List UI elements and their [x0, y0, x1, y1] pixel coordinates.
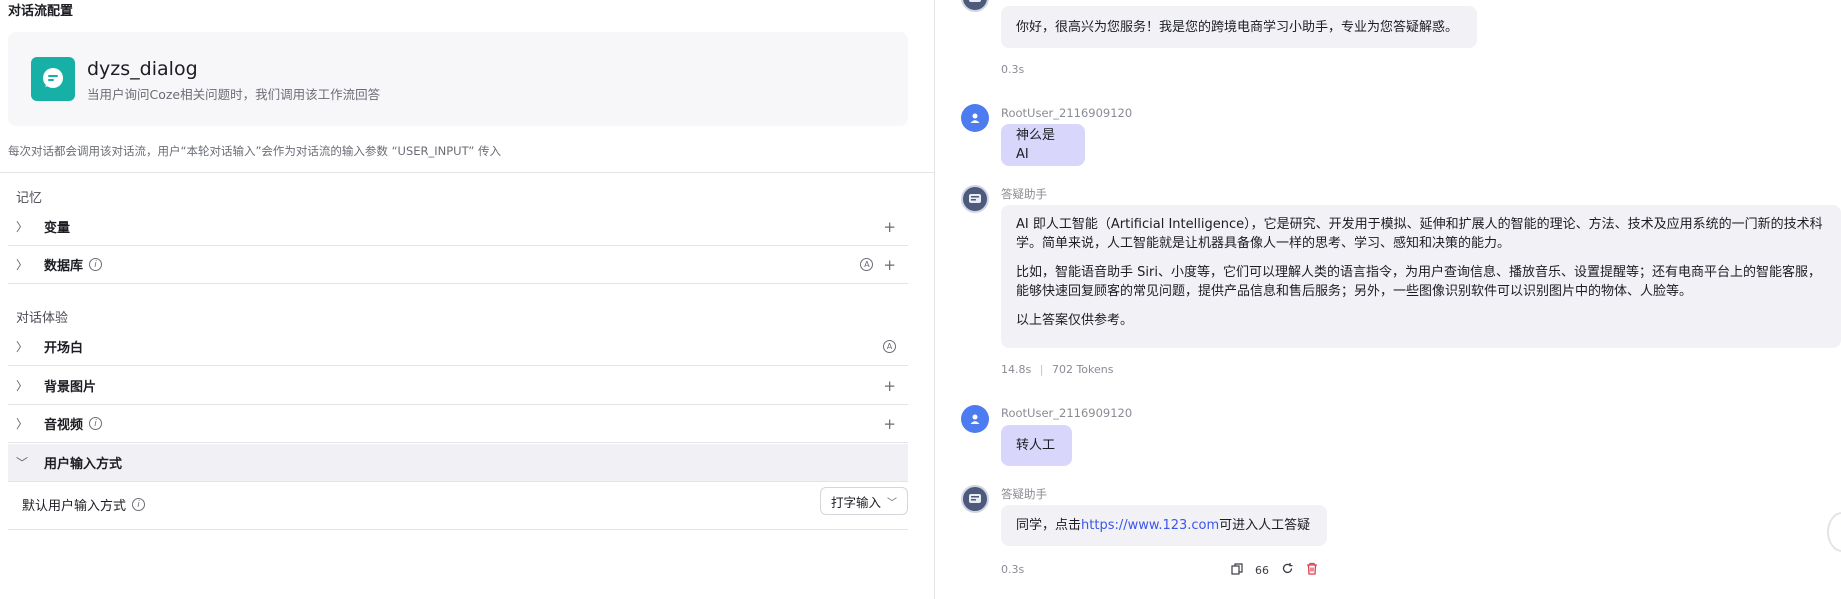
- row-label: 用户输入方式: [44, 457, 123, 472]
- workflow-description: 当用户询问Coze相关问题时，我们调用该工作流回答: [87, 87, 381, 102]
- chevron-right-icon: 〉: [16, 258, 29, 272]
- user-avatar: [961, 405, 989, 433]
- experience-item-input-mode[interactable]: ﹀ 用户输入方式: [8, 444, 908, 482]
- row-label: 背景图片: [44, 380, 97, 395]
- token-count: 702 Tokens: [1051, 363, 1114, 376]
- separator: |: [1039, 363, 1044, 376]
- auto-icon[interactable]: A: [883, 340, 896, 353]
- message-meta: 14.8s | 702 Tokens: [1001, 363, 1113, 376]
- add-icon[interactable]: +: [883, 256, 896, 274]
- chevron-right-icon: 〉: [16, 220, 29, 234]
- workflow-chat-icon: [31, 57, 75, 101]
- divider: [0, 172, 935, 173]
- experience-item-audio-video[interactable]: 〉 音视频 i +: [8, 405, 908, 443]
- info-icon[interactable]: i: [89, 417, 103, 430]
- workflow-name: dyzs_dialog: [87, 58, 198, 80]
- add-icon[interactable]: +: [883, 377, 896, 395]
- workflow-card[interactable]: dyzs_dialog 当用户询问Coze相关问题时，我们调用该工作流回答: [8, 32, 908, 126]
- panel-title: 对话流配置: [8, 4, 74, 19]
- sender-name: 答疑助手: [1001, 187, 1047, 201]
- select-value: 打字输入: [830, 494, 881, 510]
- chat-preview: 你好，很高兴为您服务！我是您的跨境电商学习小助手，专业为您答疑解惑。 0.3s …: [936, 0, 1841, 599]
- message-meta: 0.3s: [1001, 63, 1025, 76]
- quote-count[interactable]: 66: [1255, 564, 1269, 577]
- chevron-down-icon: ﹀: [16, 456, 29, 470]
- message-link[interactable]: https://www.123.com: [1081, 516, 1219, 535]
- message-text: 可进入人工答疑: [1219, 518, 1311, 533]
- message-meta: 0.3s: [1001, 563, 1025, 576]
- default-input-row: 默认用户输入方式 i 打字输入 ﹀: [8, 480, 908, 530]
- bot-avatar: [961, 485, 989, 513]
- message-bubble: AI 即人工智能（Artificial Intelligence），它是研究、开…: [1001, 205, 1841, 348]
- memory-item-variables[interactable]: 〉 变量 +: [8, 208, 908, 246]
- regenerate-icon[interactable]: [1281, 562, 1294, 578]
- message-text: 你好，很高兴为您服务！我是您的跨境电商学习小助手，专业为您答疑解惑。: [1016, 19, 1459, 35]
- latency: 14.8s: [1001, 363, 1032, 376]
- message-bubble: 转人工: [1001, 425, 1072, 466]
- delete-icon[interactable]: [1306, 562, 1318, 578]
- add-icon[interactable]: +: [883, 415, 896, 433]
- add-icon[interactable]: +: [883, 218, 896, 236]
- workflow-hint: 每次对话都会调用该对话流，用户“本轮对话输入”会作为对话流的输入参数 “USER…: [8, 144, 501, 158]
- experience-item-opening[interactable]: 〉 开场白 A: [8, 328, 908, 366]
- row-label: 开场白: [44, 341, 84, 356]
- experience-section-label: 对话体验: [16, 311, 69, 326]
- row-label: 数据库: [44, 259, 84, 274]
- message-paragraph: AI 即人工智能（Artificial Intelligence），它是研究、开…: [1016, 217, 1823, 251]
- chevron-down-icon: ﹀: [887, 497, 897, 509]
- experience-item-background[interactable]: 〉 背景图片 +: [8, 367, 908, 405]
- bot-avatar: [961, 185, 989, 213]
- message-text: 转人工: [1016, 438, 1056, 453]
- message-text: 神么是 AI: [1016, 128, 1056, 162]
- row-label: 变量: [44, 221, 71, 236]
- info-icon[interactable]: i: [132, 498, 146, 511]
- message-text: 同学，点击: [1016, 518, 1082, 533]
- default-input-label: 默认用户输入方式: [22, 499, 127, 514]
- sender-name: RootUser_2116909120: [1001, 106, 1133, 120]
- copy-icon[interactable]: [1231, 562, 1243, 578]
- chevron-right-icon: 〉: [16, 340, 29, 354]
- info-icon[interactable]: i: [89, 258, 103, 271]
- message-bubble: 同学，点击 https://www.123.com 可进入人工答疑: [1001, 505, 1327, 546]
- sender-name: RootUser_2116909120: [1001, 406, 1133, 420]
- memory-section-label: 记忆: [16, 191, 43, 206]
- auto-icon[interactable]: A: [860, 258, 874, 271]
- memory-item-database[interactable]: 〉 数据库 i A +: [8, 246, 908, 284]
- user-avatar: [961, 104, 989, 132]
- chevron-right-icon: 〉: [16, 417, 29, 431]
- scroll-button[interactable]: [1827, 512, 1841, 552]
- message-bubble: 你好，很高兴为您服务！我是您的跨境电商学习小助手，专业为您答疑解惑。: [1001, 6, 1477, 48]
- message-actions: 66: [1231, 562, 1318, 578]
- bot-avatar: [961, 0, 989, 12]
- row-label: 音视频: [44, 418, 84, 433]
- chevron-right-icon: 〉: [16, 379, 29, 393]
- message-paragraph: 以上答案仅供参考。: [1016, 313, 1134, 328]
- message-bubble: 神么是 AI: [1001, 124, 1085, 166]
- message-paragraph: 比如，智能语音助手 Siri、小度等，它们可以理解人类的语言指令，为用户查询信息…: [1016, 265, 1821, 299]
- sender-name: 答疑助手: [1001, 487, 1047, 501]
- input-mode-select[interactable]: 打字输入 ﹀: [819, 487, 908, 515]
- config-panel: 对话流配置 dyzs_dialog 当用户询问Coze相关问题时，我们调用该工作…: [0, 0, 935, 599]
